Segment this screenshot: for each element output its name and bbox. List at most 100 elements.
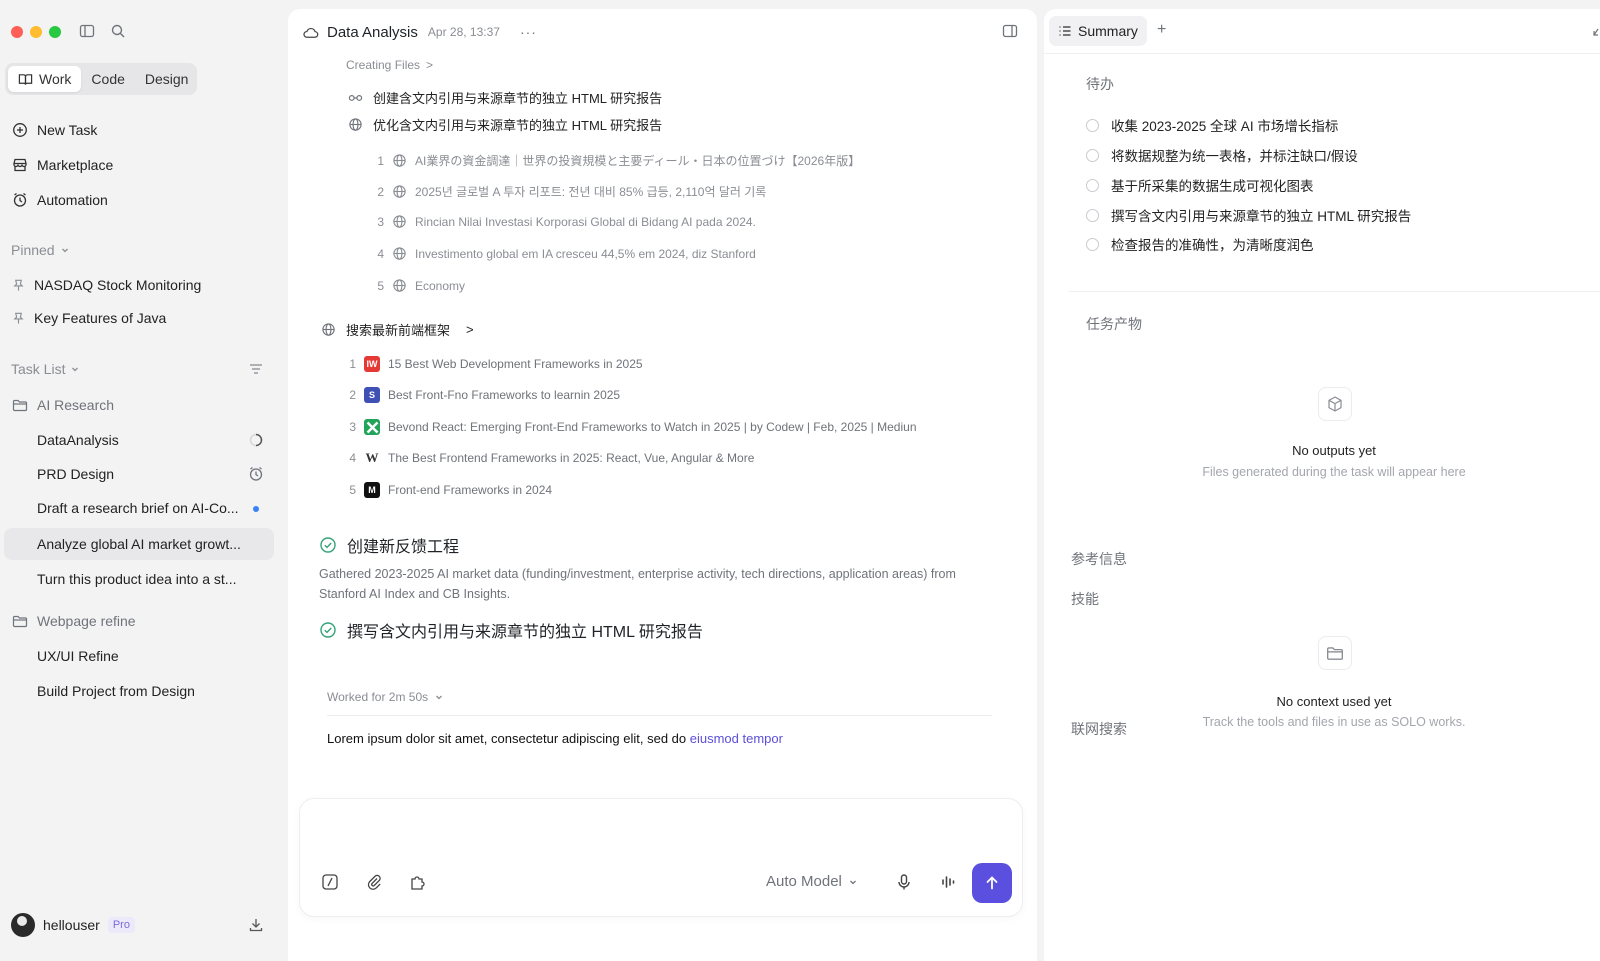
todo-item[interactable]: 将数据规整为统一表格，并标注缺口/假设 <box>1086 145 1358 165</box>
worked-duration-toggle[interactable]: Worked for 2m 50s <box>327 690 444 704</box>
source-number: 1 <box>349 357 356 371</box>
source-link-1[interactable]: 1 AI業界の資金調達｜世界の投資規模と主要ディール・日本の位置づけ【2026年… <box>374 152 860 169</box>
send-button[interactable] <box>972 863 1012 903</box>
task-item-research-brief[interactable]: Draft a research brief on AI-Co... <box>4 492 274 524</box>
filter-icon[interactable] <box>248 361 264 377</box>
download-icon[interactable] <box>248 917 264 933</box>
source-number: 5 <box>377 278 384 293</box>
framework-link-2[interactable]: 2 S Best Front-Fno Frameworks to learnin… <box>346 387 620 403</box>
chevron-down-icon <box>72 367 79 372</box>
todo-item[interactable]: 检查报告的准确性，为清晰度润色 <box>1086 234 1314 254</box>
more-options-button[interactable]: ··· <box>520 24 537 40</box>
source-title: 2025년 글로벌 A 투자 리포트: 전년 대비 85% 급등, 2,110억… <box>415 185 767 199</box>
creating-files-breadcrumb[interactable]: Creating Files > <box>346 58 433 72</box>
folder-icon <box>12 399 28 412</box>
source-title: Best Front-Fno Frameworks to learnin 202… <box>388 388 621 402</box>
paperclip-icon[interactable] <box>365 873 383 891</box>
task-item-data-analysis[interactable]: DataAnalysis <box>4 424 274 456</box>
todo-item[interactable]: 撰写含文内引用与来源章节的独立 HTML 研究报告 <box>1086 205 1411 225</box>
collapse-icon[interactable] <box>1592 27 1600 37</box>
framework-link-3[interactable]: 3 Bevond React: Emerging Front-End Frame… <box>346 419 917 435</box>
step-label: 创建含文内引用与来源章节的独立 HTML 研究报告 <box>373 91 663 106</box>
response-text: Lorem ipsum dolor sit amet, consectetur … <box>327 731 783 746</box>
check-circle-icon <box>320 622 336 638</box>
marketplace-link[interactable]: Marketplace <box>12 154 113 176</box>
plus-circle-icon <box>13 123 27 137</box>
message-composer[interactable]: Auto Model <box>300 799 1022 916</box>
todo-checkbox[interactable] <box>1086 178 1099 192</box>
sidebar-toggle-icon[interactable] <box>79 23 95 39</box>
automation-link[interactable]: Automation <box>12 189 108 211</box>
todo-checkbox[interactable] <box>1086 148 1099 162</box>
pin-icon <box>13 312 24 324</box>
source-number: 3 <box>377 214 384 229</box>
tab-summary[interactable]: Summary <box>1049 16 1147 46</box>
todo-checkbox[interactable] <box>1086 208 1099 222</box>
folder-ai-research[interactable]: AI Research <box>12 394 114 416</box>
response-link[interactable]: eiusmod tempor <box>690 731 783 746</box>
step-optimize-report: 优化含文内引用与来源章节的独立 HTML 研究报告 <box>348 115 662 134</box>
minimize-window-button[interactable] <box>30 26 42 38</box>
search-icon[interactable] <box>110 23 126 39</box>
favicon-x-icon <box>364 419 380 435</box>
summary-panel: Summary + 待办 收集 2023-2025 全球 AI 市场增长指标 将… <box>1044 9 1600 961</box>
source-number: 3 <box>349 420 356 434</box>
outputs-section-label: 任务产物 <box>1086 316 1142 332</box>
todo-label: 将数据规整为统一表格，并标注缺口/假设 <box>1111 149 1358 164</box>
sidebar: Work Code Design New Task Marketplace Au… <box>0 0 288 961</box>
todo-checkbox[interactable] <box>1086 118 1099 132</box>
source-number: 2 <box>377 184 384 199</box>
zoom-window-button[interactable] <box>49 26 61 38</box>
marketplace-label: Marketplace <box>37 157 114 173</box>
step-summary: Gathered 2023-2025 AI market data (fundi… <box>319 567 956 601</box>
task-list-section-toggle[interactable]: Task List <box>11 359 80 379</box>
folder-icon <box>12 615 28 628</box>
task-item-ux-refine[interactable]: UX/UI Refine <box>4 640 274 672</box>
tab-code[interactable]: Code <box>81 66 134 92</box>
task-item-label: DataAnalysis <box>37 432 119 448</box>
source-title: Front-end Frameworks in 2024 <box>388 483 553 497</box>
task-item-build-project[interactable]: Build Project from Design <box>4 675 274 707</box>
source-title: Investimento global em IA cresceu 44,5% … <box>415 246 756 261</box>
completed-step-1: 创建新反馈工程 <box>319 533 459 557</box>
task-item-product-idea[interactable]: Turn this product idea into a st... <box>4 563 274 595</box>
task-item-prd-design[interactable]: PRD Design <box>4 458 274 490</box>
panel-toggle-icon[interactable] <box>1002 23 1018 39</box>
todo-checkbox[interactable] <box>1086 237 1099 251</box>
task-item-label: Turn this product idea into a st... <box>37 571 237 587</box>
slash-command-icon[interactable] <box>321 873 339 891</box>
model-select[interactable]: Auto Model <box>766 873 858 890</box>
pinned-section-toggle[interactable]: Pinned <box>11 240 70 260</box>
favicon-s-icon: S <box>364 387 380 403</box>
source-title: Bevond React: Emerging Front-End Framewo… <box>388 420 917 434</box>
source-title: 15 Best Web Development Frameworks in 20… <box>388 357 643 371</box>
folder-icon <box>1318 636 1352 670</box>
todo-item[interactable]: 收集 2023-2025 全球 AI 市场增长指标 <box>1086 115 1338 135</box>
pinned-item-label: NASDAQ Stock Monitoring <box>34 277 202 293</box>
todo-item[interactable]: 基于所采集的数据生成可视化图表 <box>1086 175 1314 195</box>
voice-wave-icon[interactable] <box>939 873 957 891</box>
puzzle-icon[interactable] <box>409 873 427 891</box>
new-task-button[interactable]: New Task <box>12 119 97 141</box>
source-link-2[interactable]: 2 2025년 글로벌 A 투자 리포트: 전년 대비 85% 급등, 2,11… <box>374 183 766 200</box>
task-item-analyze-market[interactable]: Analyze global AI market growt... <box>4 528 274 560</box>
tab-work[interactable]: Work <box>8 66 82 92</box>
source-title: Rincian Nilai Investasi Korporasi Global… <box>415 214 756 229</box>
framework-link-5[interactable]: 5 M Front-end Frameworks in 2024 <box>346 482 552 498</box>
step-search-frameworks[interactable]: 搜索最新前端框架 > <box>321 320 474 339</box>
pinned-item-java[interactable]: Key Features of Java <box>12 307 166 329</box>
pinned-item-nasdaq[interactable]: NASDAQ Stock Monitoring <box>12 274 201 296</box>
tab-design[interactable]: Design <box>135 66 199 92</box>
user-profile[interactable]: hellouser Pro <box>11 912 135 938</box>
microphone-icon[interactable] <box>895 873 913 891</box>
framework-link-1[interactable]: 1 IW 15 Best Web Development Frameworks … <box>346 356 643 372</box>
close-window-button[interactable] <box>11 26 23 38</box>
source-link-5[interactable]: 5 Economy <box>374 278 465 293</box>
todo-label: 检查报告的准确性，为清晰度润色 <box>1111 238 1314 253</box>
framework-link-4[interactable]: 4 W The Best Frontend Frameworks in 2025… <box>346 450 754 466</box>
task-item-label: Build Project from Design <box>37 683 195 699</box>
folder-webpage-refine[interactable]: Webpage refine <box>12 610 136 632</box>
source-link-3[interactable]: 3 Rincian Nilai Investasi Korporasi Glob… <box>374 214 756 229</box>
add-tab-button[interactable]: + <box>1157 21 1166 39</box>
source-link-4[interactable]: 4 Investimento global em IA cresceu 44,5… <box>374 246 756 261</box>
